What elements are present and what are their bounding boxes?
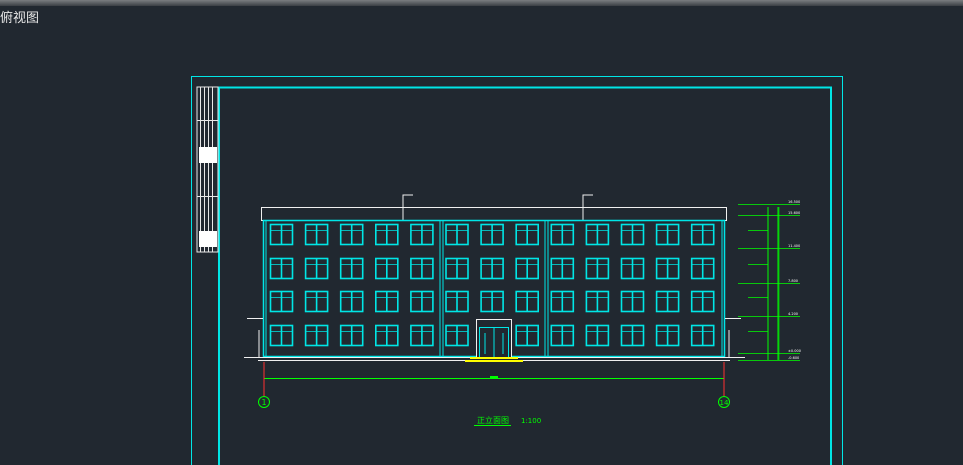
window	[445, 290, 469, 313]
window	[690, 290, 715, 313]
building-elevation	[244, 194, 745, 362]
window	[515, 324, 540, 347]
window	[620, 223, 645, 246]
window	[480, 290, 504, 313]
binding-strip	[196, 86, 219, 253]
drawing-title: 正立面图	[477, 415, 509, 425]
window	[304, 324, 329, 347]
window	[515, 223, 540, 246]
window	[339, 223, 364, 246]
window	[515, 290, 540, 313]
elevation-label: 15.600	[788, 211, 800, 215]
window	[445, 223, 469, 246]
axis-bubble-right[interactable]: 14	[718, 396, 730, 408]
window	[480, 223, 504, 246]
window	[480, 257, 504, 280]
window	[655, 257, 680, 280]
window	[339, 324, 364, 347]
elevation-label: -0.600	[788, 356, 799, 360]
window	[269, 257, 294, 280]
window	[655, 223, 680, 246]
window	[655, 290, 680, 313]
window	[620, 257, 645, 280]
parapet	[261, 207, 727, 221]
window	[410, 223, 434, 246]
window	[445, 257, 469, 280]
window	[690, 223, 715, 246]
window	[269, 324, 294, 347]
window	[550, 223, 575, 246]
overall-width-dimension	[263, 362, 725, 396]
window	[690, 257, 715, 280]
window	[410, 257, 434, 280]
drawing-title-block[interactable]: 正立面图 1:100	[474, 415, 541, 426]
window	[585, 324, 610, 347]
window	[410, 324, 434, 347]
main-entrance	[465, 319, 523, 362]
window	[620, 324, 645, 347]
window	[304, 223, 329, 246]
window	[550, 324, 575, 347]
axis-label-right: 14	[720, 399, 729, 407]
elevation-label: 11.400	[788, 244, 800, 248]
drawing-canvas[interactable]: 16.500 15.600 11.400 7.800 4.200 ±0.000 -0.600…	[0, 0, 963, 465]
window	[374, 223, 399, 246]
window	[304, 257, 329, 280]
window	[339, 290, 364, 313]
window	[269, 223, 294, 246]
elevation-label: 16.500	[788, 200, 800, 204]
window	[655, 324, 680, 347]
window	[410, 290, 434, 313]
elevation-label: 4.200	[788, 312, 798, 316]
window	[620, 290, 645, 313]
window	[585, 257, 610, 280]
axis-bubble-left[interactable]: 1	[258, 396, 270, 408]
window	[585, 290, 610, 313]
axis-label-left: 1	[261, 398, 266, 407]
window	[550, 290, 575, 313]
window	[445, 324, 469, 347]
window	[374, 290, 399, 313]
drawing-scale: 1:100	[521, 417, 541, 425]
elevation-label: ±0.000	[788, 349, 801, 353]
window	[269, 290, 294, 313]
window	[550, 257, 575, 280]
sheet-inner-frame	[218, 86, 832, 465]
window	[374, 324, 399, 347]
window	[304, 290, 329, 313]
elevation-dimension-chain: 16.500 15.600 11.400 7.800 4.200 ±0.000 -0.600	[738, 200, 801, 361]
window	[515, 257, 540, 280]
window	[585, 223, 610, 246]
window	[374, 257, 399, 280]
window	[690, 324, 715, 347]
window	[339, 257, 364, 280]
elevation-label: 7.800	[788, 279, 798, 283]
